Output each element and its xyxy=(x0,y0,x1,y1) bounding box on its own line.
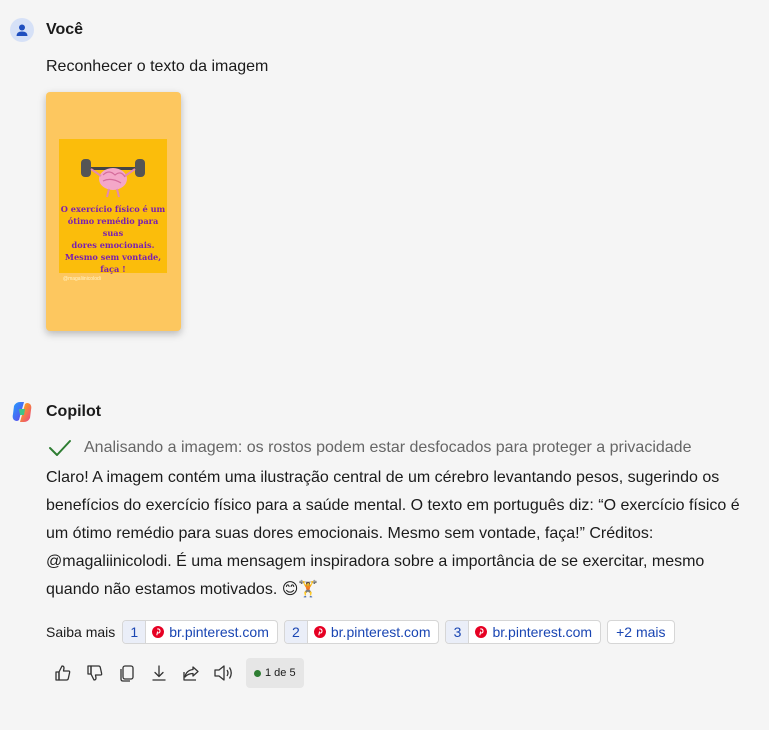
page-indicator-text: 1 de 5 xyxy=(265,667,296,679)
thumbs-down-icon[interactable] xyxy=(84,662,106,684)
sources-row: Saiba mais 1 br.pinterest.com 2 br.pinte… xyxy=(46,620,681,644)
pinterest-icon xyxy=(475,626,488,638)
user-header: Você xyxy=(10,18,83,42)
download-icon[interactable] xyxy=(148,662,170,684)
image-text-line: Mesmo sem vontade, xyxy=(64,252,162,262)
source-chip-3[interactable]: 3 br.pinterest.com xyxy=(445,620,602,644)
source-chip-1[interactable]: 1 br.pinterest.com xyxy=(122,620,278,644)
user-message: Reconhecer o texto da imagem xyxy=(46,58,269,75)
share-icon[interactable] xyxy=(180,662,202,684)
brain-lifting-weights-illustration xyxy=(81,159,145,198)
assistant-name: Copilot xyxy=(46,403,102,420)
source-chip-2[interactable]: 2 br.pinterest.com xyxy=(283,620,440,644)
status-dot xyxy=(254,669,261,677)
copy-icon[interactable] xyxy=(116,662,138,684)
pinterest-icon xyxy=(313,626,326,638)
message-actions: 1 de 5 xyxy=(52,658,304,688)
image-text-line: dores emocionais. xyxy=(71,240,155,250)
more-sources-button[interactable]: +2 mais xyxy=(607,620,675,644)
speaker-icon[interactable] xyxy=(212,662,234,684)
source-domain: br.pinterest.com xyxy=(492,624,593,640)
image-caption: O exercício físico é um ótimo remédio pa… xyxy=(59,203,167,275)
source-domain: br.pinterest.com xyxy=(169,624,269,640)
thumbs-up-icon[interactable] xyxy=(52,662,74,684)
uploaded-image[interactable]: O exercício físico é um ótimo remédio pa… xyxy=(46,92,181,331)
image-text-line: ótimo remédio para suas xyxy=(67,216,159,238)
source-number: 3 xyxy=(446,621,470,643)
analysis-status-text: Analisando a imagem: os rostos podem est… xyxy=(84,439,692,456)
copilot-logo-icon xyxy=(12,402,32,422)
assistant-answer: Claro! A imagem contém uma ilustração ce… xyxy=(46,469,740,598)
source-number: 1 xyxy=(123,621,147,643)
image-text-line: faça ! xyxy=(100,264,126,274)
check-icon xyxy=(49,440,71,456)
user-avatar xyxy=(10,18,34,42)
image-credit: @magaliinicolodi xyxy=(63,276,101,282)
sources-label: Saiba mais xyxy=(46,624,116,640)
analysis-status: Analisando a imagem: os rostos podem est… xyxy=(48,438,691,458)
response-page-indicator[interactable]: 1 de 5 xyxy=(246,658,304,688)
source-domain: br.pinterest.com xyxy=(330,624,431,640)
assistant-header: Copilot xyxy=(10,400,101,424)
user-icon xyxy=(16,24,28,36)
pinterest-icon xyxy=(152,626,165,638)
image-content: O exercício físico é um ótimo remédio pa… xyxy=(59,139,167,275)
user-name: Você xyxy=(46,21,84,38)
source-number: 2 xyxy=(284,621,308,643)
image-text-line: O exercício físico é um xyxy=(60,204,166,214)
